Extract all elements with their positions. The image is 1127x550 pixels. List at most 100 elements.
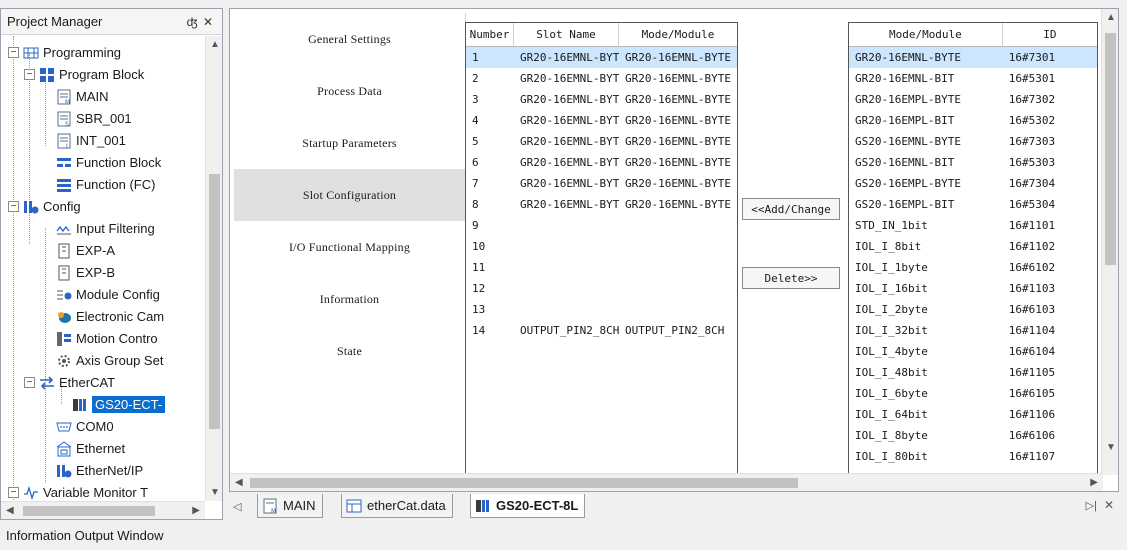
collapse-icon[interactable]: − [24,69,35,80]
module-table-row[interactable]: IOL_I_48bit 16#1105 [849,362,1097,383]
delete-button[interactable]: Delete>> [742,267,840,289]
module-table-row[interactable]: IOL_I_2byte 16#6103 [849,299,1097,320]
scroll-thumb[interactable] [250,478,798,488]
tree-item-axis-group[interactable]: Axis Group Set [40,350,163,371]
module-table-row[interactable]: GR20-16EMNL-BYTE 16#7301 [849,47,1097,68]
slot-table-row[interactable]: 8 GR20-16EMNL-BYT GR20-16EMNL-BYTE [466,194,737,215]
module-table-row[interactable]: IOL_I_4byte 16#6104 [849,341,1097,362]
column-header-id[interactable]: ID [1003,23,1097,46]
module-table-row[interactable]: IOL_I_1byte 16#6102 [849,257,1097,278]
module-table[interactable]: Mode/Module ID GR20-16EMNL-BYTE 16#7301 GR… [848,22,1098,482]
tree-item-motion-control[interactable]: Motion Contro [40,328,158,349]
tab-ethercat-data[interactable]: etherCat.data [341,494,453,518]
nav-slot-configuration[interactable]: Slot Configuration [234,169,465,221]
slot-table-row[interactable]: 6 GR20-16EMNL-BYT GR20-16EMNL-BYTE [466,152,737,173]
module-table-row[interactable]: IOL_I_64bit 16#1106 [849,404,1097,425]
tree-item-exp-a[interactable]: EXP-A [40,240,115,261]
column-header-slot-name[interactable]: Slot Name [514,23,619,46]
slot-table-row[interactable]: 2 GR20-16EMNL-BYT GR20-16EMNL-BYTE [466,68,737,89]
pin-icon[interactable]: ʤ [184,15,200,29]
slot-table-row[interactable]: 4 GR20-16EMNL-BYT GR20-16EMNL-BYTE [466,110,737,131]
module-table-row[interactable]: IOL_I_80bit 16#1107 [849,446,1097,467]
slot-table-row[interactable]: 12 [466,278,737,299]
editor-horizontal-scrollbar[interactable]: ◀ ▶ [230,473,1103,491]
tree-item-int-001[interactable]: I INT_001 [56,130,126,151]
tab-scroll-left-icon[interactable]: ◁ [233,500,241,513]
collapse-icon[interactable]: − [8,487,19,498]
column-header-mode-module[interactable]: Mode/Module [849,23,1003,46]
scroll-left-icon[interactable]: ◀ [235,477,243,488]
slot-table[interactable]: Number Slot Name Mode/Module 1 GR20-16EMN… [465,22,738,480]
module-table-row[interactable]: IOL_I_8bit 16#1102 [849,236,1097,257]
tree-item-module-config[interactable]: Module Config [40,284,160,305]
slot-table-row[interactable]: 13 [466,299,737,320]
close-icon[interactable]: ✕ [200,15,216,29]
scroll-right-icon[interactable]: ▶ [1090,477,1098,488]
tree-item-function-fc[interactable]: Function (FC) [40,174,155,195]
slot-table-row[interactable]: 1 GR20-16EMNL-BYT GR20-16EMNL-BYTE [466,47,737,68]
scroll-right-icon[interactable]: ▶ [192,505,200,516]
module-table-row[interactable]: GR20-16EMPL-BIT 16#5302 [849,110,1097,131]
column-header-number[interactable]: Number [466,23,514,46]
tree-item-function-block[interactable]: Function Block [40,152,161,173]
tab-gs20-ect-8l[interactable]: GS20-ECT-8L [470,494,586,518]
project-tree[interactable]: − Programming − Program Block M MAIN S S… [1,36,205,501]
collapse-icon[interactable]: − [24,377,35,388]
module-table-row[interactable]: GS20-16EMPL-BYTE 16#7304 [849,173,1097,194]
scroll-left-icon[interactable]: ◀ [6,505,14,516]
module-table-row[interactable]: STD_IN_1bit 16#1101 [849,215,1097,236]
module-table-row[interactable]: GR20-16EMNL-BIT 16#5301 [849,68,1097,89]
module-table-row[interactable]: IOL_I_16bit 16#1103 [849,278,1097,299]
tree-item-variable-monitor[interactable]: − Variable Monitor T [8,482,148,501]
slot-table-row[interactable]: 11 [466,257,737,278]
collapse-icon[interactable]: − [8,201,19,212]
module-table-row[interactable]: GS20-16EMNL-BIT 16#5303 [849,152,1097,173]
tree-item-gs20-ect[interactable]: GS20-ECT- [72,394,166,415]
module-table-row[interactable]: GR20-16EMPL-BYTE 16#7302 [849,89,1097,110]
module-table-row[interactable]: IOL_I_8byte 16#6106 [849,425,1097,446]
nav-information[interactable]: Information [234,273,465,325]
slot-table-row[interactable]: 3 GR20-16EMNL-BYT GR20-16EMNL-BYTE [466,89,737,110]
scroll-down-icon[interactable]: ▼ [1106,442,1116,453]
editor-vertical-scrollbar[interactable]: ▲ ▼ [1101,9,1118,475]
column-header-mode-module[interactable]: Mode/Module [619,23,737,46]
module-table-row[interactable]: GS20-16EMPL-BIT 16#5304 [849,194,1097,215]
scroll-thumb[interactable] [23,506,155,516]
module-table-row[interactable]: IOL_I_32bit 16#1104 [849,320,1097,341]
tree-item-exp-b[interactable]: EXP-B [40,262,115,283]
module-table-row[interactable]: GS20-16EMNL-BYTE 16#7303 [849,131,1097,152]
information-output-window-label[interactable]: Information Output Window [6,528,164,543]
tree-item-ethercat[interactable]: − EtherCAT [24,372,115,393]
module-table-row[interactable]: IOL_I_6byte 16#6105 [849,383,1097,404]
tree-horizontal-scrollbar[interactable]: ◀ ▶ [1,501,205,519]
slot-table-row[interactable]: 9 [466,215,737,236]
add-change-button[interactable]: <<Add/Change [742,198,840,220]
tab-list-icon[interactable]: ▷| [1086,499,1097,512]
tree-item-config[interactable]: − Config [8,196,81,217]
tree-item-ethernetip[interactable]: EtherNet/IP [40,460,143,481]
tree-item-com0[interactable]: COM0 [40,416,114,437]
tree-item-input-filtering[interactable]: Input Filtering [40,218,155,239]
tree-item-ethernet[interactable]: Ethernet [40,438,125,459]
scroll-down-icon[interactable]: ▼ [210,487,220,498]
tree-item-program-block[interactable]: − Program Block [24,64,144,85]
slot-table-row[interactable]: 14 OUTPUT_PIN2_8CH OUTPUT_PIN2_8CH [466,320,737,341]
scroll-thumb[interactable] [209,174,220,429]
tab-main[interactable]: M MAIN [257,494,323,518]
collapse-icon[interactable]: − [8,47,19,58]
slot-table-row[interactable]: 10 [466,236,737,257]
nav-general-settings[interactable]: General Settings [234,13,465,65]
tree-item-programming[interactable]: − Programming [8,42,121,63]
close-tab-icon[interactable]: ✕ [1104,498,1114,512]
tree-vertical-scrollbar[interactable]: ▲ ▼ [205,36,222,501]
scroll-up-icon[interactable]: ▲ [210,39,220,50]
nav-io-functional-mapping[interactable]: I/O Functional Mapping [234,221,465,273]
scroll-up-icon[interactable]: ▲ [1106,12,1116,23]
nav-state[interactable]: State [234,325,465,377]
tree-item-main[interactable]: M MAIN [56,86,109,107]
nav-process-data[interactable]: Process Data [234,65,465,117]
slot-table-row[interactable]: 7 GR20-16EMNL-BYT GR20-16EMNL-BYTE [466,173,737,194]
scroll-thumb[interactable] [1105,33,1116,265]
nav-startup-parameters[interactable]: Startup Parameters [234,117,465,169]
tree-item-sbr-001[interactable]: S SBR_001 [56,108,132,129]
